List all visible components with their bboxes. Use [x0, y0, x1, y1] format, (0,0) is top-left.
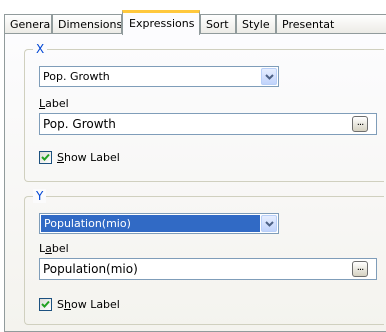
x-show-label-checkbox-box[interactable] — [39, 151, 52, 164]
y-group: Y Population(mio) Label Population(mio) … — [24, 189, 384, 325]
tab-presentation[interactable]: Presentat — [276, 14, 386, 33]
tab-expressions[interactable]: Expressions — [122, 10, 200, 35]
y-group-title: Y — [33, 189, 47, 203]
tab-presentation-label: Presentat — [282, 18, 335, 31]
tab-general[interactable]: General — [4, 14, 52, 33]
tab-dimensions-label: Dimensions — [58, 18, 122, 31]
x-expression-combo[interactable]: Pop. Growth — [39, 66, 279, 87]
checkmark-icon — [41, 153, 50, 161]
y-expression-value: Population(mio) — [41, 215, 260, 232]
tab-strip: General Dimensions Expressions Sort Styl… — [4, 10, 386, 35]
tab-expressions-label: Expressions — [129, 17, 195, 30]
y-show-label-text: Show Label — [57, 298, 120, 311]
tab-style-label: Style — [242, 18, 270, 31]
tab-general-label: General — [10, 18, 52, 31]
tab-sort-label: Sort — [206, 18, 229, 31]
y-label-caption-text: Label — [39, 242, 69, 255]
y-label-caption: Label — [39, 242, 69, 255]
y-show-label-checkbox-box[interactable] — [39, 298, 52, 311]
x-label-caption-text: abel — [45, 97, 69, 110]
y-combo-dropdown-button[interactable] — [261, 215, 277, 232]
x-expression-value: Pop. Growth — [43, 70, 110, 83]
tab-dimensions[interactable]: Dimensions — [52, 14, 122, 33]
y-expression-combo[interactable]: Population(mio) — [39, 213, 279, 234]
x-group-title: X — [33, 42, 48, 56]
y-label-value: Population(mio) — [43, 262, 138, 276]
y-show-label-text-rest: ow Label — [70, 298, 120, 311]
chevron-down-icon — [265, 221, 274, 227]
x-label-caption: Label — [39, 97, 69, 110]
y-label-browse-button[interactable]: ... — [352, 261, 368, 277]
x-label-browse-button[interactable]: ... — [352, 116, 368, 132]
tab-sort[interactable]: Sort — [200, 14, 236, 33]
tab-style[interactable]: Style — [236, 14, 276, 33]
x-show-label-text-rest: how Label — [63, 151, 120, 164]
x-label-value: Pop. Growth — [43, 117, 116, 131]
x-group: X Pop. Growth Label Pop. Growth ... Show… — [24, 42, 384, 182]
checkmark-icon — [41, 300, 50, 308]
chevron-down-icon — [265, 74, 274, 80]
x-combo-dropdown-button[interactable] — [261, 68, 277, 85]
x-show-label-text: Show Label — [57, 151, 120, 164]
y-label-field[interactable]: Population(mio) ... — [39, 258, 377, 280]
x-label-field[interactable]: Pop. Growth ... — [39, 113, 377, 135]
tab-panel: X Pop. Growth Label Pop. Growth ... Show… — [4, 33, 386, 332]
